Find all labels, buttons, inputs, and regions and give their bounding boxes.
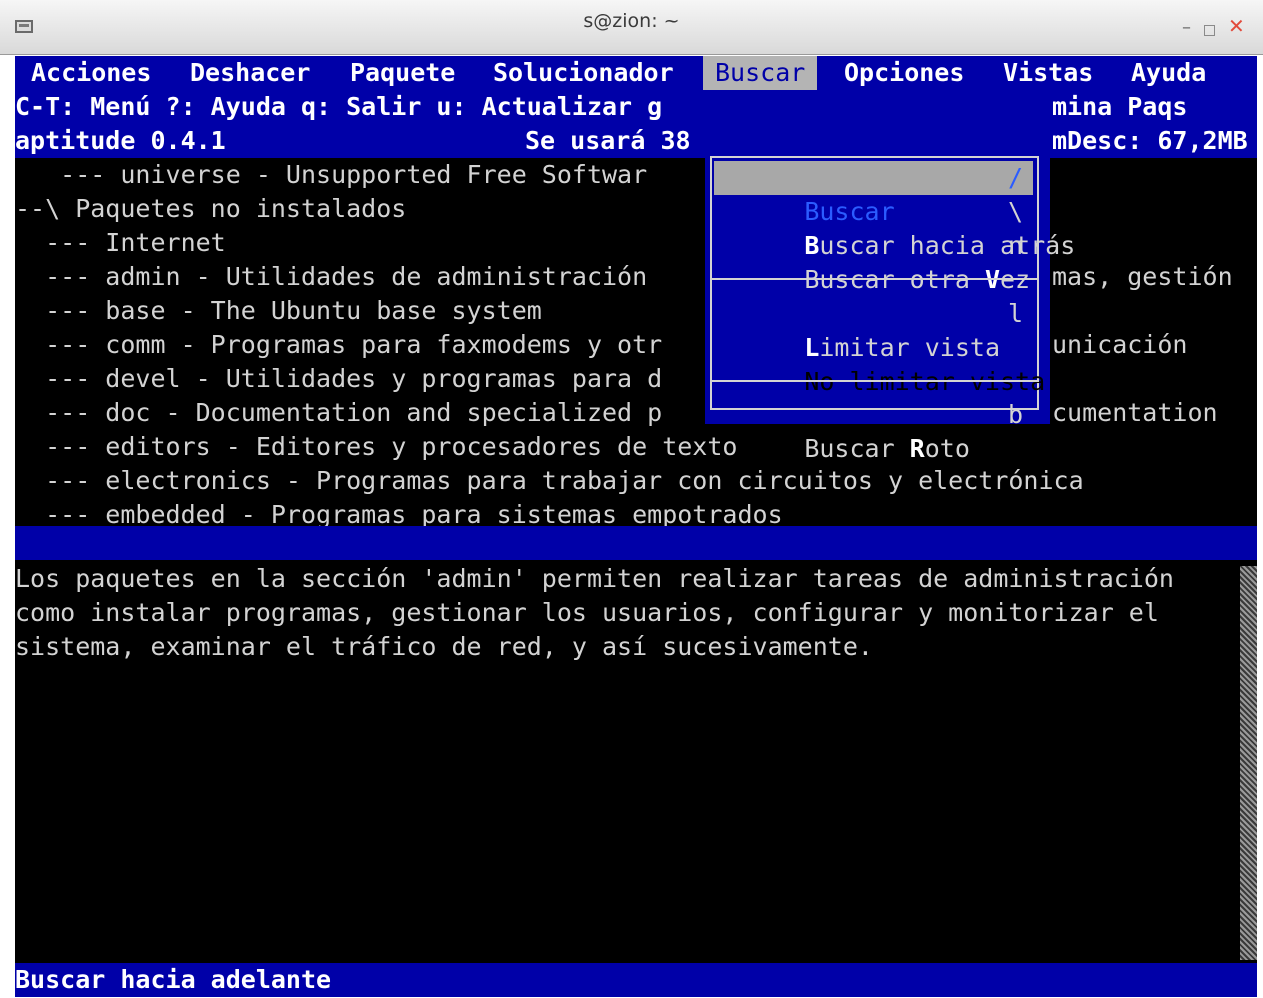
menu-separator	[710, 278, 1039, 280]
menu-item-buscar-otra-vez[interactable]: Buscar otra Vez n	[714, 229, 1033, 294]
menu-item-shortcut: b	[1007, 400, 1023, 429]
disk-usage: Se usará 38	[525, 126, 691, 155]
tree-row-admin[interactable]: --- admin - Utilidades de administración	[15, 260, 662, 294]
menu-item-no-limitar-vista: No limitar vista	[714, 331, 1045, 396]
tree-row-electronics[interactable]: --- electronics - Programas para trabaja…	[15, 464, 1084, 498]
menu-opciones[interactable]: Opciones	[844, 56, 964, 90]
menu-vistas[interactable]: Vistas	[1003, 56, 1093, 90]
keyboard-hints: C-T: Menú ?: Ayuda q: Salir u: Actualiza…	[15, 92, 663, 121]
pane-divider	[15, 526, 1257, 560]
footer-status: Buscar hacia adelante	[15, 965, 332, 994]
tree-row-internet[interactable]: --- Internet	[15, 226, 226, 260]
tree-row-comm[interactable]: --- comm - Programas para faxmodems y ot…	[15, 328, 662, 362]
menu-buscar[interactable]: Buscar	[703, 56, 818, 90]
tree-row-devel[interactable]: --- devel - Utilidades y programas para …	[15, 362, 662, 396]
menu-ayuda[interactable]: Ayuda	[1131, 56, 1206, 90]
menu-item-buscar[interactable]: Buscar /	[714, 161, 1033, 226]
close-icon[interactable]: ✕	[1228, 16, 1245, 36]
menu-item-shortcut: l	[1007, 299, 1023, 328]
menu-solucionador[interactable]: Solucionador	[493, 56, 674, 90]
menu-item-shortcut: \	[1007, 197, 1023, 226]
menu-item-label: oto	[924, 434, 970, 463]
buscar-dropdown-menu: Buscar / Buscar hacia atrás \ Buscar otr…	[705, 146, 1075, 463]
terminal-screen[interactable]: Acciones Deshacer Paquete Solucionador B…	[15, 56, 1257, 997]
tree-row-doc[interactable]: --- doc - Documentation and specialized …	[15, 396, 662, 430]
download-size: mDesc: 67,2MB	[1052, 126, 1248, 155]
tree-row-comm-tail: unicación	[1052, 330, 1188, 359]
description-scrollbar[interactable]	[1240, 566, 1257, 960]
menu-item-buscar-atras[interactable]: Buscar hacia atrás \	[714, 195, 1075, 260]
status-bar-top: aptitude 0.4.1 Se usará 38 mDesc: 67,2MB	[15, 124, 1257, 158]
window-title: s@zion: ~	[583, 10, 680, 32]
menu-paquete[interactable]: Paquete	[350, 56, 455, 90]
menu-deshacer[interactable]: Deshacer	[190, 56, 310, 90]
window-titlebar[interactable]: s@zion: ~ – ✕	[0, 0, 1263, 55]
tree-row-doc-tail: cumentation	[1052, 398, 1218, 427]
minimize-icon[interactable]: –	[1182, 19, 1191, 37]
menu-item-shortcut: /	[1007, 163, 1023, 192]
menu-item-label: Buscar	[804, 434, 910, 463]
tree-row-base[interactable]: --- base - The Ubuntu base system	[15, 294, 542, 328]
menu-item-limitar-vista[interactable]: Limitar vista l	[714, 297, 1033, 362]
app-version: aptitude 0.4.1	[15, 126, 226, 155]
menu-acciones[interactable]: Acciones	[31, 56, 151, 90]
accelerator-letter: R	[909, 434, 925, 463]
description-line: sistema, examinar el tráfico de red, y a…	[15, 632, 873, 661]
tree-row-not-installed[interactable]: --\ Paquetes no instalados	[15, 192, 406, 226]
menu-separator	[710, 380, 1039, 382]
description-line: Los paquetes en la sección 'admin' permi…	[15, 564, 1174, 593]
menu-item-shortcut: n	[1007, 231, 1023, 260]
maximize-icon[interactable]	[1204, 25, 1215, 36]
menu-item-buscar-roto[interactable]: Buscar Roto b	[714, 398, 1033, 463]
status-bar-bottom: Buscar hacia adelante	[15, 963, 1257, 997]
description-line: como instalar programas, gestionar los u…	[15, 598, 1159, 627]
tree-row-universe[interactable]: --- universe - Unsupported Free Softwar	[15, 158, 647, 192]
keyboard-hints-right: mina Paqs	[1052, 92, 1188, 121]
menubar: Acciones Deshacer Paquete Solucionador B…	[15, 56, 1257, 90]
tree-row-editors[interactable]: --- editors - Editores y procesadores de…	[15, 430, 737, 464]
keyboard-hints-bar: C-T: Menú ?: Ayuda q: Salir u: Actualiza…	[15, 90, 1257, 124]
tree-row-admin-tail: mas, gestión	[1052, 262, 1233, 291]
